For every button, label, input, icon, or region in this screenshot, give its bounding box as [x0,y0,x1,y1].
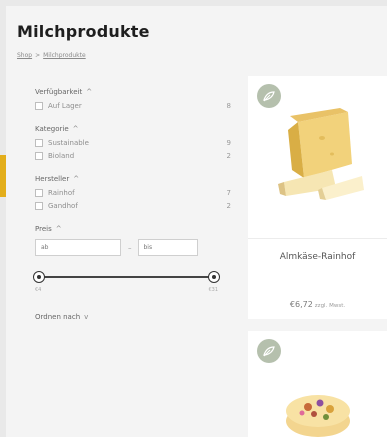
filter-option-count: 8 [226,102,231,110]
filter-option-count: 2 [226,152,231,160]
filter-option-auf-lager[interactable]: Auf Lager 8 [35,102,231,110]
card-divider [248,238,387,239]
manufacturer-filter-title: Hersteller [35,175,70,183]
product-price: €6,72 zzgl. Mwst. [248,300,387,309]
filter-option-sustainable[interactable]: Sustainable 9 [35,139,231,147]
price-range-separator: – [128,243,132,252]
chevron-up-icon: ^ [72,125,79,133]
manufacturer-filter-toggle[interactable]: Hersteller ^ [35,175,231,183]
filter-option-label: Gandhof [48,202,78,210]
checkbox[interactable] [35,152,43,160]
breadcrumb-shop-link[interactable]: Shop [17,52,32,59]
checkbox[interactable] [35,202,43,210]
slider-min-label: €4 [35,287,42,293]
filter-option-label: Bioland [48,152,75,160]
slider-min-handle[interactable] [33,271,45,283]
checkbox[interactable] [35,189,43,197]
price-filter-toggle[interactable]: Preis ^ [35,225,231,233]
product-card[interactable] [248,331,387,437]
checkbox[interactable] [35,102,43,110]
price-range-slider[interactable] [33,270,220,284]
filter-option-count: 2 [226,202,231,210]
manufacturer-filter: Hersteller ^ Rainhof 7 Gandhof 2 [35,175,231,210]
availability-filter-toggle[interactable]: Verfügbarkeit ^ [35,88,231,96]
filter-option-count: 7 [226,189,231,197]
category-filter: Kategorie ^ Sustainable 9 Bioland 2 [35,125,231,160]
slider-track [39,276,214,278]
slider-max-handle[interactable] [208,271,220,283]
chevron-up-icon: ^ [55,225,62,233]
breadcrumb-category-link[interactable]: Milchprodukte [43,52,86,59]
category-filter-toggle[interactable]: Kategorie ^ [35,125,231,133]
page-title: Milchprodukte [17,22,150,41]
price-from-input[interactable] [35,239,121,256]
category-filter-title: Kategorie [35,125,69,133]
filter-option-label: Sustainable [48,139,89,147]
filter-option-gandhof[interactable]: Gandhof 2 [35,202,231,210]
slider-max-label: €31 [208,287,218,293]
chevron-up-icon: ^ [86,88,93,96]
price-filter-title: Preis [35,225,52,233]
filter-sidebar: Verfügbarkeit ^ Auf Lager 8 Kategorie ^ … [33,88,231,327]
product-card[interactable]: Almkäse-Rainhof €6,72 zzgl. Mwst. [248,76,387,319]
filter-option-label: Auf Lager [48,102,82,110]
vat-note: zzgl. Mwst. [314,303,346,309]
chevron-up-icon: ^ [73,175,80,183]
filter-option-label: Rainhof [48,189,75,197]
product-image[interactable] [278,381,358,437]
product-name[interactable]: Almkäse-Rainhof [248,252,387,262]
sustainable-leaf-icon [257,339,281,363]
price-range-inputs: – [35,239,231,256]
availability-filter: Verfügbarkeit ^ Auf Lager 8 [35,88,231,110]
filter-option-rainhof[interactable]: Rainhof 7 [35,189,231,197]
breadcrumb: Shop > Milchprodukte [17,52,86,59]
product-image[interactable] [270,104,370,214]
slider-value-labels: €4 €31 [35,287,218,293]
price-value: €6,72 [289,300,313,309]
sort-label: Ordnen nach [35,313,81,321]
breadcrumb-separator: > [35,52,41,59]
filter-option-bioland[interactable]: Bioland 2 [35,152,231,160]
sort-dropdown[interactable]: Ordnen nach v [35,313,231,321]
price-to-input[interactable] [137,239,198,256]
availability-filter-title: Verfügbarkeit [35,88,83,96]
chevron-down-icon: v [84,313,89,321]
price-filter: Preis ^ – €4 €31 [33,225,231,293]
checkbox[interactable] [35,139,43,147]
filter-option-count: 9 [226,139,231,147]
